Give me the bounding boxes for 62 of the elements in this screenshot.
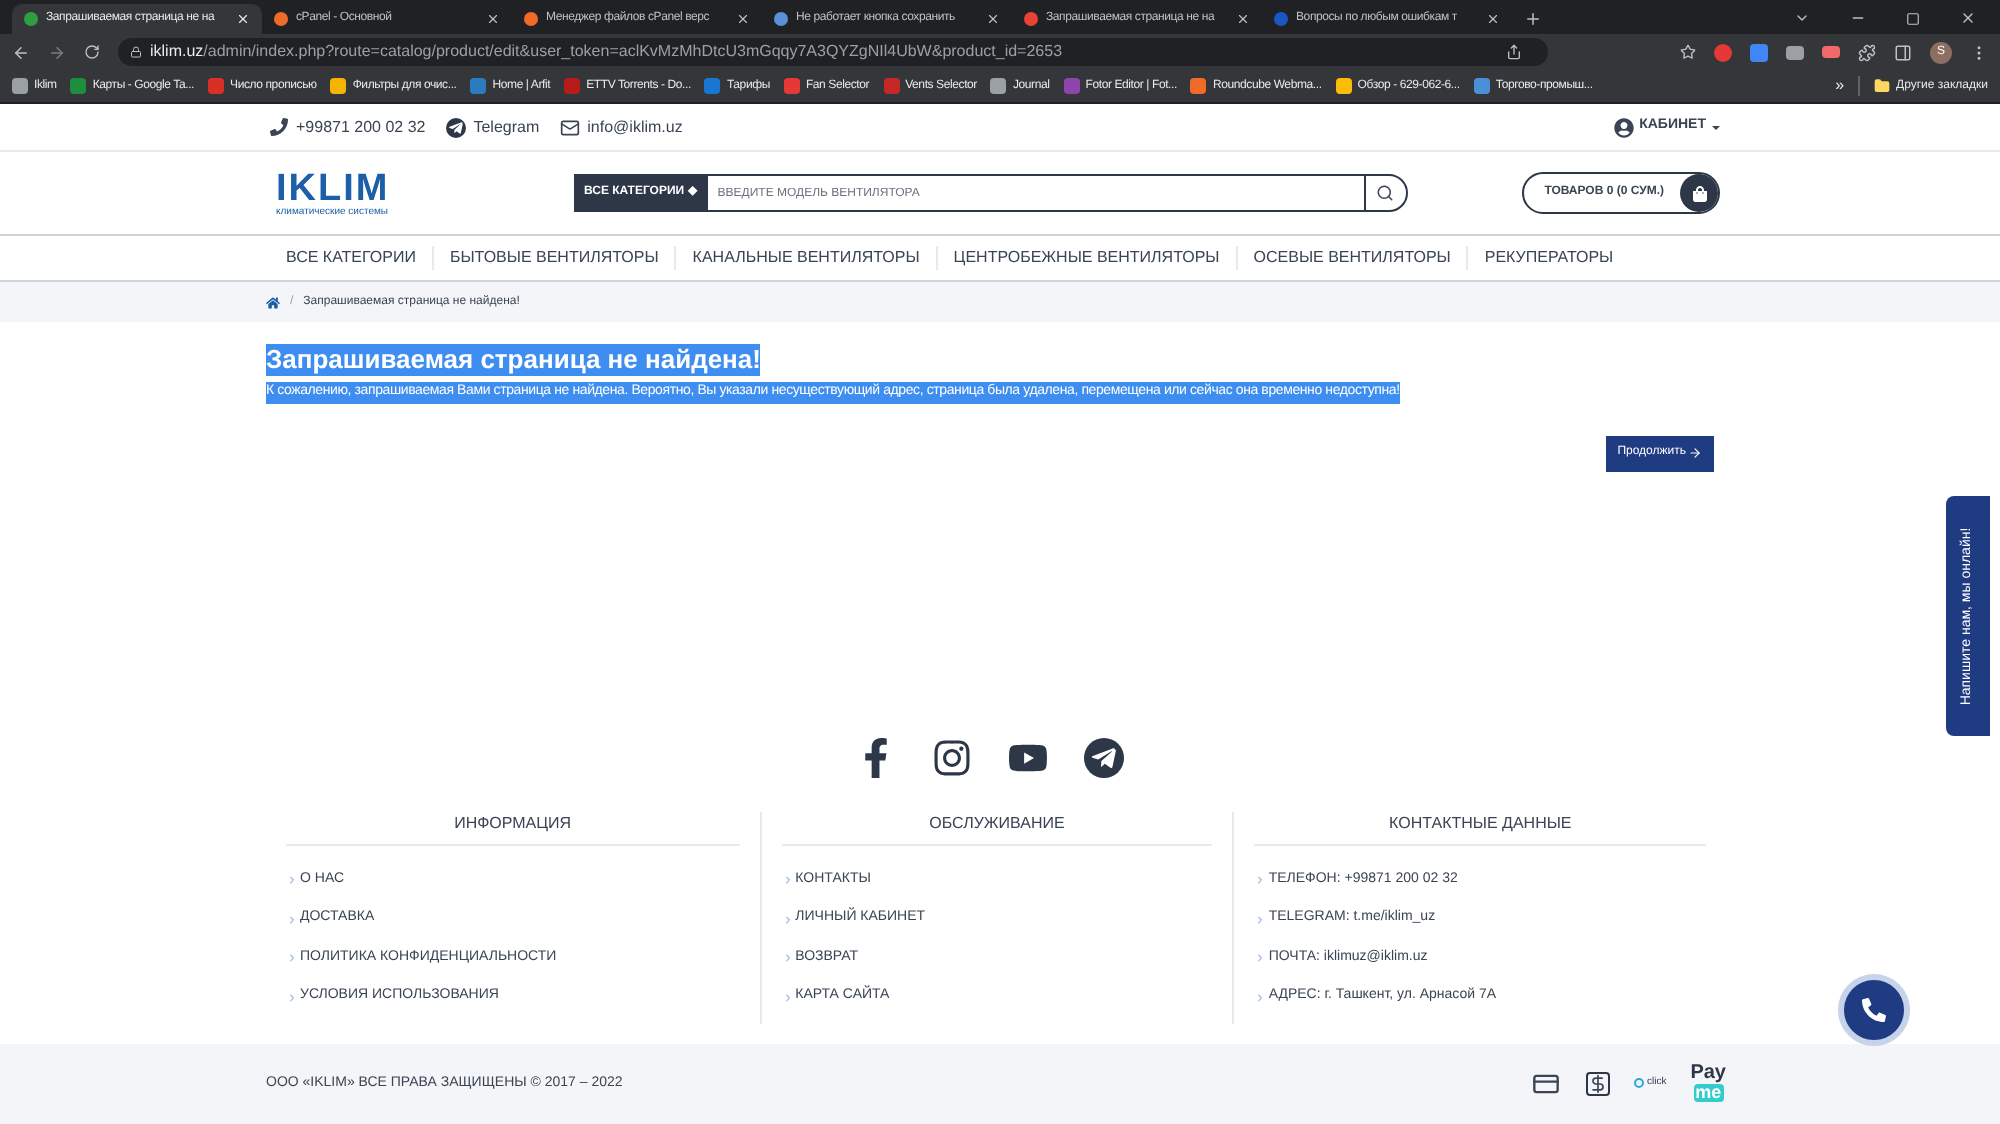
chevron-right-icon <box>286 874 298 886</box>
phone-icon <box>270 118 288 136</box>
url-host: iklim.uz <box>150 40 204 64</box>
chevron-right-icon <box>1254 913 1267 925</box>
nav-item[interactable]: ВСЕ КАТЕГОРИИ <box>270 246 432 270</box>
chevron-right-icon <box>1254 874 1267 886</box>
payme-logo: Pay me <box>1690 1064 1726 1103</box>
chevron-right-icon <box>781 913 794 925</box>
footer-heading: ИНФОРМАЦИЯ <box>286 811 740 846</box>
nav-item[interactable]: ОСЕВЫЕ ВЕНТИЛЯТОРЫ <box>1235 246 1467 270</box>
chevron-right-icon <box>286 913 298 925</box>
close-icon[interactable] <box>736 12 750 26</box>
url-path: /admin/index.php?route=catalog/product/edit&user_token=aclKvMzMhDtcU3mGqqy7A3QYZgNIl4UbW&product_id=2653 <box>203 40 1063 64</box>
footer-heading: ОБСЛУЖИВАНИЕ <box>781 811 1213 846</box>
card-icon <box>1530 1069 1563 1098</box>
user-icon <box>1613 117 1634 137</box>
mail-icon <box>559 117 580 137</box>
maximize-icon[interactable] <box>1906 11 1920 25</box>
folder-icon <box>1874 78 1891 94</box>
chevron-right-icon <box>286 952 298 964</box>
search-button[interactable] <box>1363 174 1408 212</box>
nav-item[interactable]: КАНАЛЬНЫЕ ВЕНТИЛЯТОРЫ <box>674 246 936 270</box>
chevron-right-icon <box>1254 991 1267 1003</box>
new-tab-icon[interactable] <box>1524 10 1542 28</box>
chevron-right-icon <box>781 991 794 1003</box>
bag-icon <box>1691 185 1707 201</box>
side-panel-icon[interactable] <box>1894 43 1912 61</box>
close-icon[interactable] <box>1236 12 1250 26</box>
share-icon[interactable] <box>1506 44 1522 60</box>
chevron-right-icon <box>286 991 298 1003</box>
search-icon <box>1376 184 1395 202</box>
nav-item[interactable]: ЦЕНТРОБЕЖНЫЕ ВЕНТИЛЯТОРЫ <box>935 246 1236 270</box>
reload-icon[interactable] <box>84 44 100 60</box>
extensions-icon[interactable] <box>1858 43 1876 61</box>
close-icon[interactable] <box>1486 12 1500 26</box>
topbar-email[interactable]: info@iklim.uz <box>587 115 683 139</box>
instagram-icon[interactable] <box>932 737 972 778</box>
more-bookmarks-button[interactable]: » <box>1835 74 1845 98</box>
chevron-right-icon <box>1254 952 1267 964</box>
page-heading: Запрашиваемая страница не найдена! <box>266 344 761 377</box>
close-icon[interactable] <box>486 12 500 26</box>
topbar-telegram[interactable]: Telegram <box>473 115 540 139</box>
topbar-phone[interactable]: +99871 200 02 32 <box>296 115 426 139</box>
close-icon[interactable] <box>1960 10 1976 26</box>
address-field[interactable]: iklim.uz/admin/index.php?route=catalog/product/edit&user_token=aclKvMzMhDtcU3mGqqy7A3QYZgNIl4UbW&product_id=2653 <box>118 38 1548 66</box>
cash-icon <box>1586 1071 1611 1096</box>
nav-item[interactable]: РЕКУПЕРАТОРЫ <box>1466 246 1630 270</box>
footer-heading: КОНТАКТНЫЕ ДАННЫЕ <box>1254 811 1706 846</box>
back-icon[interactable] <box>12 43 30 61</box>
nav-item[interactable]: БЫТОВЫЕ ВЕНТИЛЯТОРЫ <box>431 246 675 270</box>
tab-search-icon[interactable] <box>1794 10 1810 26</box>
call-button[interactable] <box>1838 974 1910 1046</box>
lock-icon <box>130 46 142 58</box>
telegram-icon <box>445 117 466 137</box>
chevron-right-icon <box>781 874 794 886</box>
arrow-right-icon <box>1688 446 1702 461</box>
phone-icon <box>1862 998 1886 1022</box>
chevron-right-icon <box>781 952 794 964</box>
bookmark-star-icon[interactable] <box>1680 44 1696 60</box>
home-icon[interactable] <box>266 295 280 309</box>
close-icon[interactable] <box>986 12 1000 26</box>
telegram-icon[interactable] <box>1084 737 1124 778</box>
